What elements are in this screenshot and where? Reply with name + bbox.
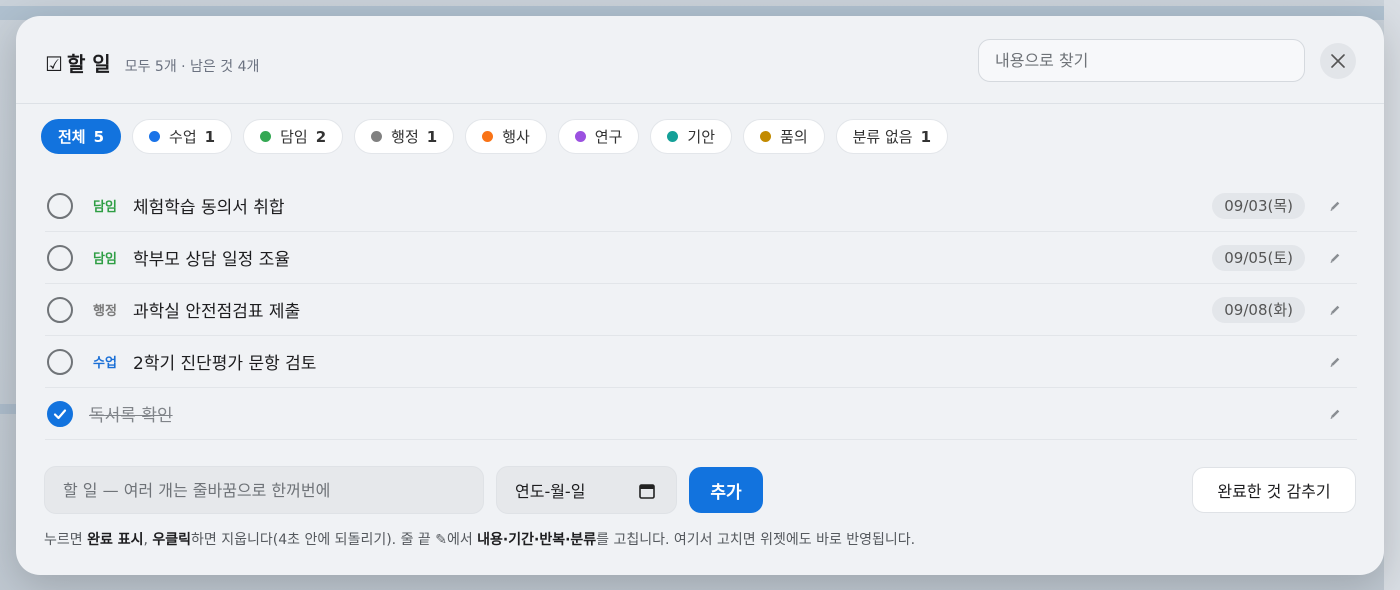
task-complete-checkbox[interactable] [47, 244, 73, 271]
task-row[interactable]: 담임 체험학습 동의서 취합 09/03(목) [45, 180, 1357, 232]
category-dot-icon [760, 131, 772, 142]
filter-chip-count: 5 [93, 127, 105, 146]
category-dot-icon [260, 131, 272, 142]
help-text-emphasis: 완료 표시 [87, 532, 144, 548]
filter-chip-label: 분류 없음 [852, 128, 913, 146]
filter-chip-count: 2 [315, 127, 327, 146]
help-text-part: 누르면 [44, 532, 88, 548]
task-category-label: 행정 [93, 304, 117, 319]
task-row[interactable]: 담임 학부모 상담 일정 조율 09/05(토) [45, 232, 1357, 284]
filter-chip-label: 행정 [391, 128, 419, 146]
check-icon [53, 408, 67, 419]
help-text-part: 를 고칩니다. 여기서 고치면 위젯에도 바로 반영됩니다. [596, 532, 916, 548]
filter-chip-label: 연구 [594, 128, 623, 146]
task-text: 학부모 상담 일정 조율 [133, 250, 290, 270]
task-text: 체험학습 동의서 취합 [133, 198, 285, 218]
page-title: 할 일 [66, 52, 111, 76]
filter-chip-label: 담임 [280, 128, 308, 146]
task-list: 담임 체험학습 동의서 취합 09/03(목) 담임 학부모 상담 일정 조율 09/05… [45, 180, 1357, 440]
edit-pencil-icon[interactable] [1327, 354, 1343, 370]
due-date-input[interactable]: 연도-월-일 [496, 466, 677, 514]
task-text: 과학실 안전점검표 제출 [133, 302, 301, 322]
filter-chip-label: 행사 [502, 128, 530, 146]
help-text-part: 하면 지웁니다(4초 안에 되돌리기). 줄 끝 ✎에서 [191, 532, 478, 548]
category-filter-bar: 전체 5 수업 1 담임 2 행정 1 행사 연구 기안 품의 분류 없음 1 [41, 119, 949, 154]
close-icon [1331, 54, 1345, 68]
filter-chip-label: 전체 [58, 128, 86, 146]
close-button[interactable] [1320, 43, 1356, 79]
category-dot-icon [482, 131, 494, 142]
search-input[interactable] [978, 39, 1305, 82]
checkbox-icon: ☑ [45, 52, 63, 76]
filter-chip[interactable]: 수업 1 [132, 119, 233, 154]
edit-pencil-icon[interactable] [1327, 250, 1343, 266]
calendar-icon[interactable] [638, 482, 656, 500]
filter-chip-count: 1 [204, 127, 216, 146]
filter-chip[interactable]: 분류 없음 1 [835, 119, 949, 154]
title-group: ☑ 할 일 모두 5개 · 남은 것 4개 [45, 48, 259, 77]
category-dot-icon [149, 131, 161, 142]
filter-chip[interactable]: 행정 1 [354, 119, 455, 154]
task-category-label: 담임 [93, 252, 117, 267]
task-text: 독서록 확인 [89, 406, 173, 426]
filter-chip[interactable]: 행사 [465, 119, 547, 154]
task-category-label: 수업 [93, 356, 117, 371]
background-strip [1384, 0, 1400, 590]
add-task-button[interactable]: 추가 [689, 467, 763, 513]
help-text: 누르면 완료 표시, 우클릭하면 지웁니다(4초 안에 되돌리기). 줄 끝 ✎… [44, 529, 915, 549]
task-due-date-badge: 09/08(화) [1212, 296, 1305, 323]
task-row[interactable]: 독서록 확인 [45, 388, 1357, 440]
filter-chip[interactable]: 담임 2 [243, 119, 344, 154]
edit-pencil-icon[interactable] [1327, 302, 1343, 318]
task-summary: 모두 5개 · 남은 것 4개 [124, 59, 260, 75]
filter-chip-label: 기안 [687, 128, 716, 146]
todo-modal: ☑ 할 일 모두 5개 · 남은 것 4개 전체 5 수업 1 담임 2 행정 1 행사 연구 기안… [16, 16, 1384, 575]
new-task-input[interactable] [44, 466, 484, 514]
task-complete-checkbox[interactable] [47, 348, 73, 375]
hide-completed-button[interactable]: 완료한 것 감추기 [1192, 467, 1356, 513]
task-due-date-badge: 09/03(목) [1212, 192, 1305, 219]
task-text: 2학기 진단평가 문항 검토 [133, 354, 317, 374]
task-row[interactable]: 행정 과학실 안전점검표 제출 09/08(화) [45, 284, 1357, 336]
due-date-placeholder: 연도-월-일 [515, 482, 586, 501]
task-category-label: 담임 [93, 200, 117, 215]
edit-pencil-icon[interactable] [1327, 406, 1343, 422]
filter-chip-count: 1 [426, 127, 438, 146]
filter-chip[interactable]: 품의 [743, 119, 825, 154]
category-dot-icon [667, 131, 679, 142]
filter-chip-count: 1 [920, 127, 932, 146]
task-due-date-badge: 09/05(토) [1212, 244, 1305, 271]
task-complete-checkbox[interactable] [47, 400, 73, 427]
filter-chip[interactable]: 연구 [557, 119, 640, 154]
filter-chip[interactable]: 기안 [650, 119, 733, 154]
edit-pencil-icon[interactable] [1327, 198, 1343, 214]
modal-header: ☑ 할 일 모두 5개 · 남은 것 4개 [16, 16, 1384, 104]
task-complete-checkbox[interactable] [47, 296, 73, 323]
category-dot-icon [574, 131, 586, 142]
task-complete-checkbox[interactable] [47, 192, 73, 219]
task-composer: 연도-월-일 추가 완료한 것 감추기 [44, 466, 1356, 514]
help-text-emphasis: 내용·기간·반복·분류 [477, 532, 597, 548]
category-dot-icon [371, 131, 383, 142]
task-row[interactable]: 수업 2학기 진단평가 문항 검토 [45, 336, 1357, 388]
help-text-emphasis: 우클릭 [152, 532, 192, 548]
filter-chip-label: 수업 [169, 128, 197, 146]
filter-chip[interactable]: 전체 5 [41, 119, 122, 154]
filter-chip-label: 품의 [780, 128, 808, 146]
